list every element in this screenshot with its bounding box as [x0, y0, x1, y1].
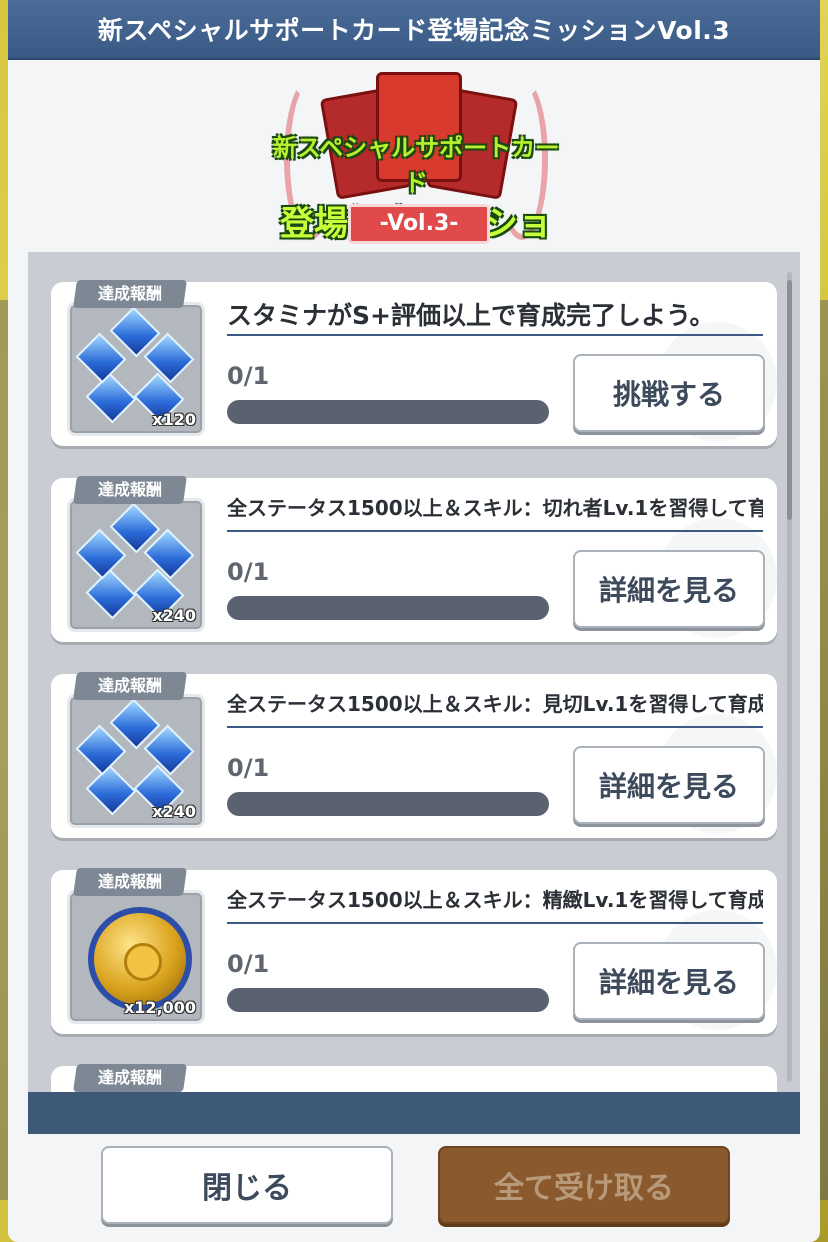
- reward-tag-label: 達成報酬: [97, 676, 162, 695]
- reward-tag: 達成報酬: [73, 476, 187, 504]
- progress-text: 0/1: [227, 950, 270, 978]
- reward-tag-label: 達成報酬: [97, 872, 162, 891]
- reward-box[interactable]: x240: [67, 694, 205, 828]
- dialog-title-bar: 新スペシャルサポートカード登場記念ミッションVol.3: [8, 0, 820, 60]
- progress-bar: [227, 792, 549, 816]
- mission-banner: 新スペシャルサポートカード 登場記念ミッション -Vol.3-: [266, 68, 566, 293]
- jewel-icon: [85, 764, 137, 816]
- mission-title: スタミナがS+評価以上で育成完了しよう。: [227, 296, 763, 336]
- progress-bar: [227, 596, 549, 620]
- reward-box[interactable]: x120: [67, 302, 205, 436]
- banner-line1: 新スペシャルサポートカード: [272, 134, 560, 197]
- reward-box[interactable]: x240: [67, 498, 205, 632]
- jewel-icon: [85, 372, 137, 424]
- progress-text: 0/1: [227, 558, 270, 586]
- mission-title: 全ステータス1500以上＆スキル：切れ者Lv.1を習得して育成完了: [227, 492, 763, 532]
- challenge-button[interactable]: 挑戦する: [573, 354, 765, 432]
- mission-title: 全ステータス1500以上＆スキル：見切Lv.1を習得して育成完了: [227, 688, 763, 728]
- progress-bar: [227, 400, 549, 424]
- mission-list[interactable]: x120 達成報酬 スタミナがS+評価以上で育成完了しよう。 0/1 挑戦する …: [28, 252, 800, 1092]
- reward-box[interactable]: x12,000: [67, 890, 205, 1024]
- progress-text: 0/1: [227, 754, 270, 782]
- reward-quantity: x12,000: [123, 998, 196, 1017]
- receive-all-button[interactable]: 全て受け取る: [438, 1146, 730, 1224]
- details-button[interactable]: 詳細を見る: [573, 942, 765, 1020]
- reward-quantity: x240: [152, 606, 196, 625]
- mission-dialog: 新スペシャルサポートカード登場記念ミッションVol.3 新スペシャルサポートカー…: [8, 0, 820, 1242]
- details-button[interactable]: 詳細を見る: [573, 550, 765, 628]
- scrollbar-thumb[interactable]: [787, 280, 792, 520]
- reward-tag: 達成報酬: [73, 672, 187, 700]
- progress-text: 0/1: [227, 362, 270, 390]
- dialog-title: 新スペシャルサポートカード登場記念ミッションVol.3: [97, 16, 731, 45]
- mission-item: 達成報酬: [51, 1064, 777, 1092]
- coin-emblem: [124, 943, 162, 981]
- mission-item: x12,000 達成報酬 全ステータス1500以上＆スキル：精緻Lv.1を習得し…: [51, 868, 777, 1034]
- list-footer-strip: [28, 1092, 800, 1134]
- mission-item: x240 達成報酬 全ステータス1500以上＆スキル：見切Lv.1を習得して育成…: [51, 672, 777, 838]
- reward-quantity: x120: [152, 410, 196, 429]
- jewel-icon: [85, 568, 137, 620]
- close-button[interactable]: 閉じる: [101, 1146, 393, 1224]
- reward-tag-label: 達成報酬: [97, 284, 162, 303]
- details-button[interactable]: 詳細を見る: [573, 746, 765, 824]
- reward-tag-label: 達成報酬: [97, 480, 162, 499]
- banner-vol-badge: -Vol.3-: [348, 204, 490, 244]
- mission-item: x120 達成報酬 スタミナがS+評価以上で育成完了しよう。 0/1 挑戦する: [51, 280, 777, 446]
- reward-tag-label: 達成報酬: [97, 1068, 162, 1087]
- coin-icon: [88, 907, 192, 1011]
- progress-bar: [227, 988, 549, 1012]
- mission-item: x240 達成報酬 全ステータス1500以上＆スキル：切れ者Lv.1を習得して育…: [51, 476, 777, 642]
- mission-title: 全ステータス1500以上＆スキル：精緻Lv.1を習得して育成完了: [227, 884, 763, 924]
- reward-tag: 達成報酬: [73, 280, 187, 308]
- reward-tag: 達成報酬: [73, 1064, 187, 1092]
- reward-quantity: x240: [152, 802, 196, 821]
- reward-tag: 達成報酬: [73, 868, 187, 896]
